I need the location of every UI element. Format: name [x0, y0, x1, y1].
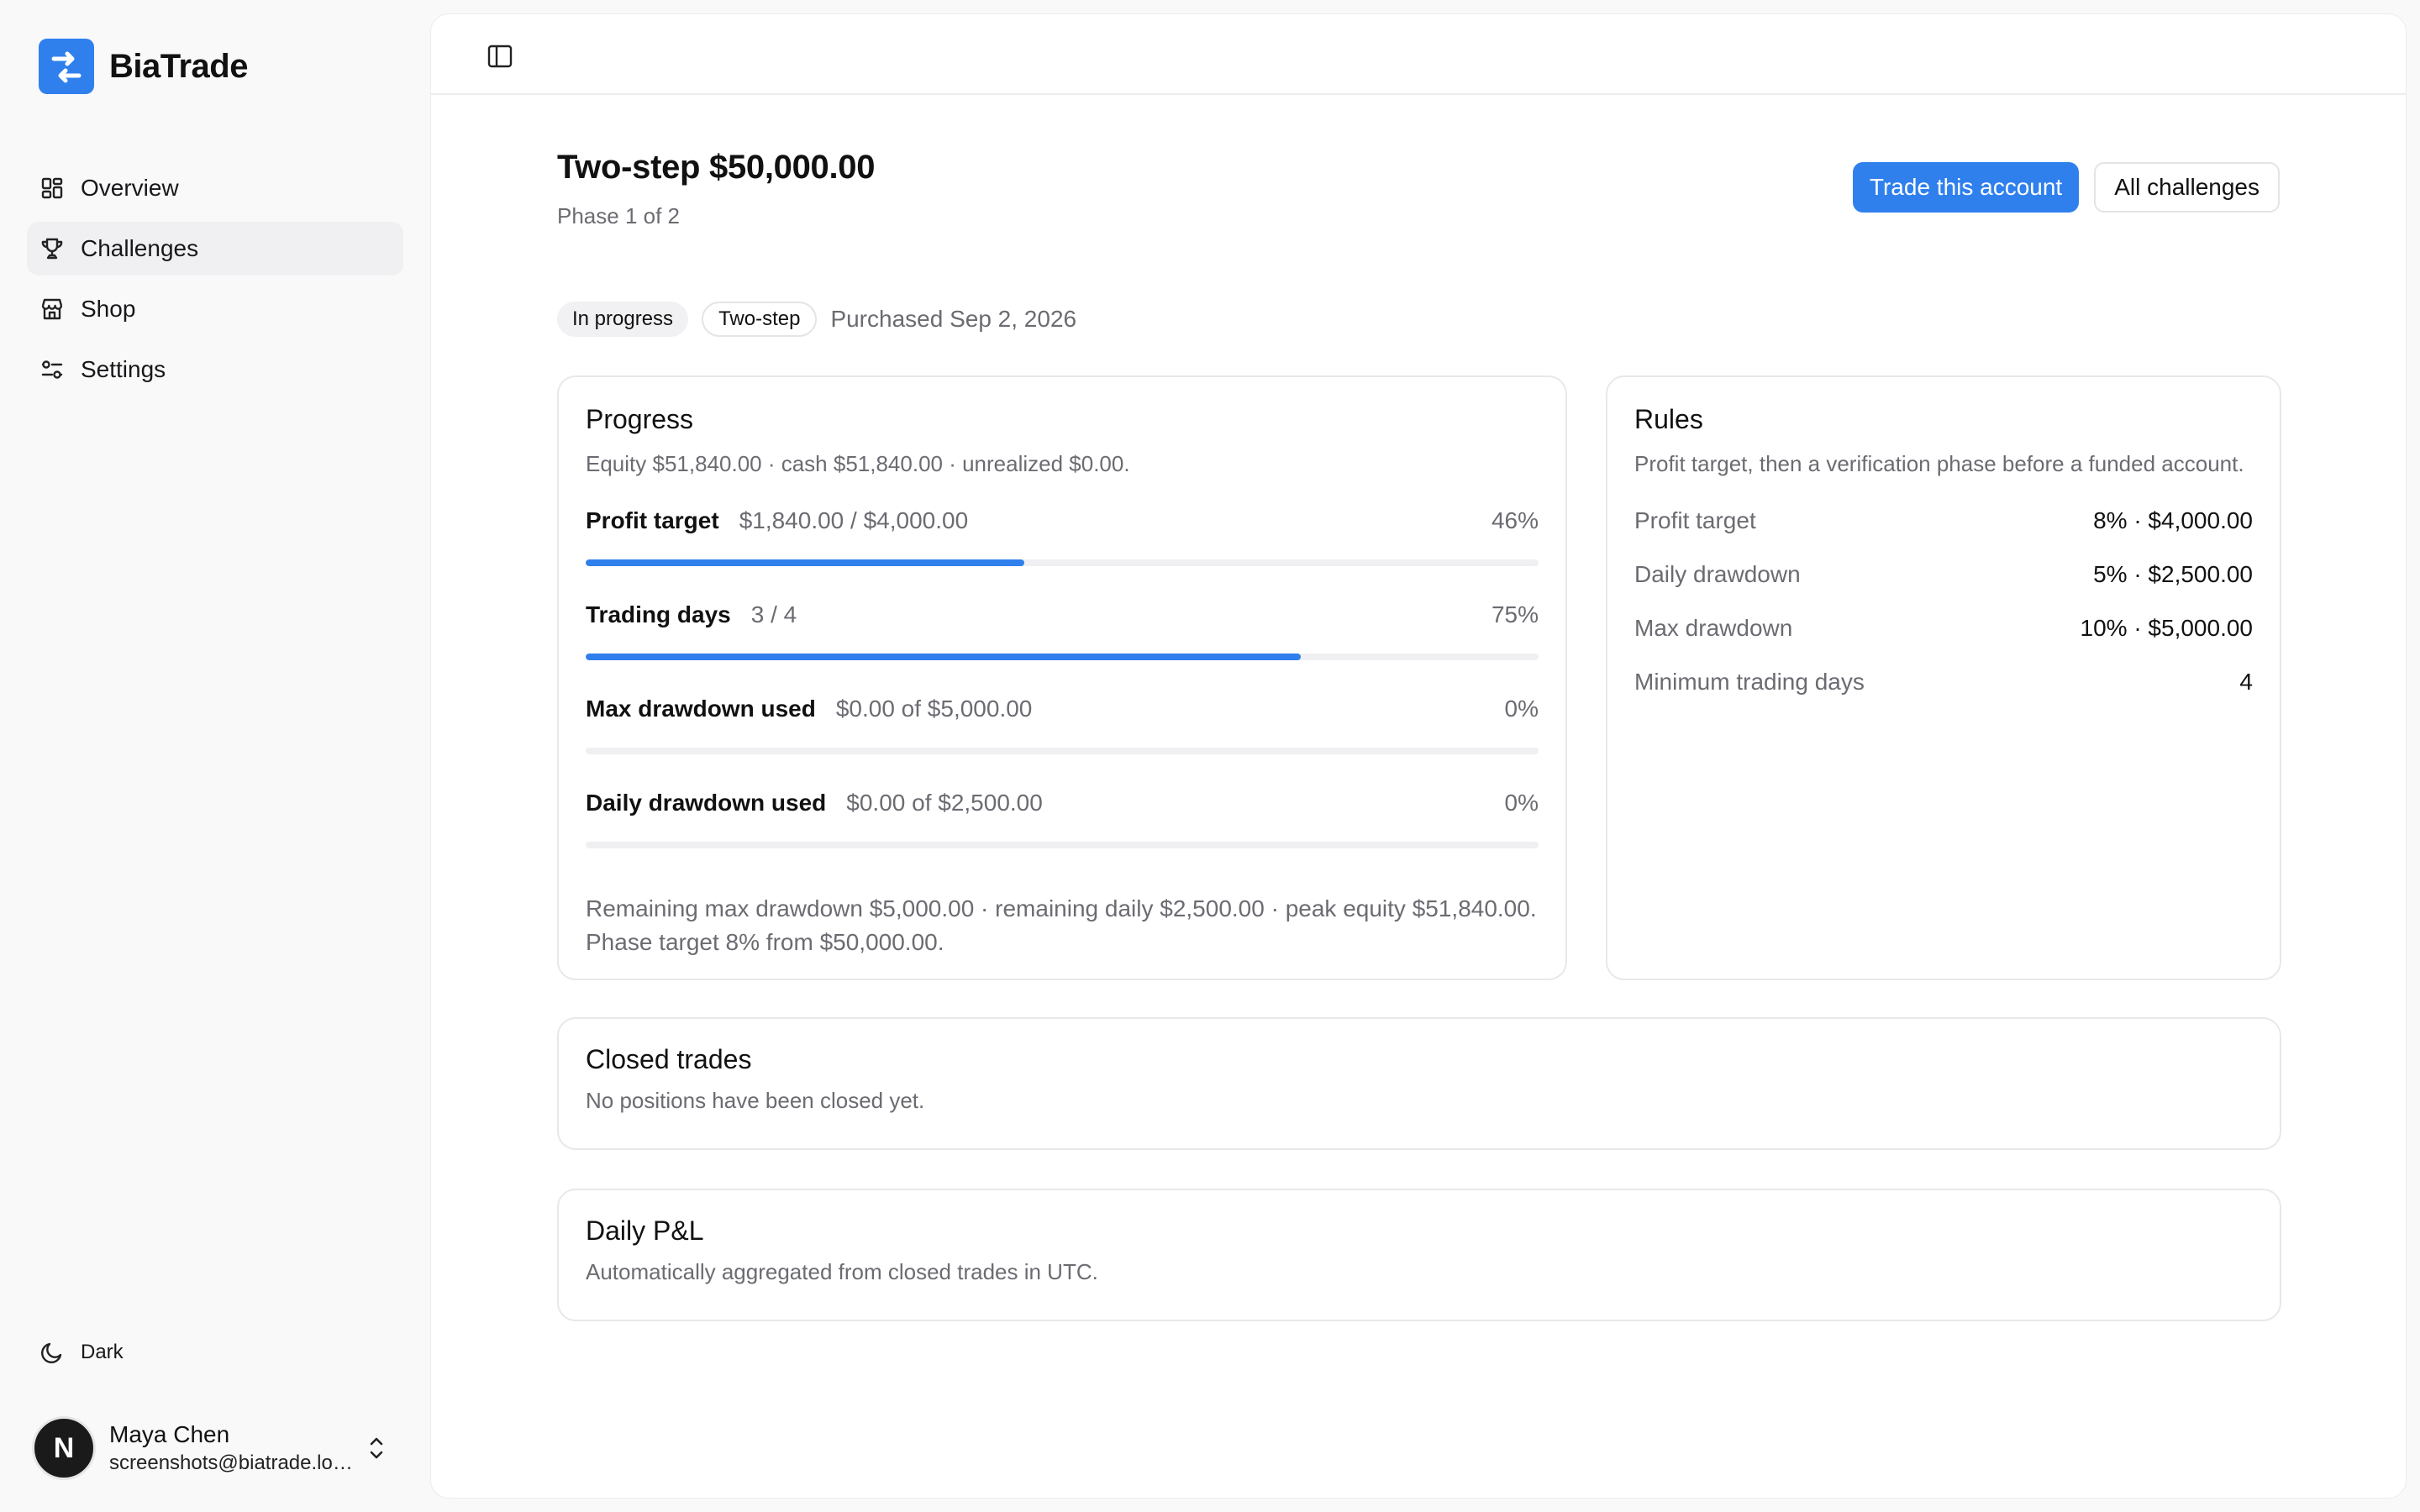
metric-label: Daily drawdown used	[586, 790, 827, 816]
progress-title: Progress	[586, 404, 694, 434]
sidebar-item-shop[interactable]: Shop	[27, 282, 403, 336]
avatar: N	[32, 1416, 96, 1480]
rule-label: Minimum trading days	[1634, 669, 1865, 695]
metric-value: $0.00 of $2,500.00	[846, 790, 1043, 816]
progress-metrics: Profit target $1,840.00 / $4,000.00 46% …	[586, 504, 1539, 848]
daily-pnl-description: Automatically aggregated from closed tra…	[586, 1259, 1098, 1284]
brand-name: BiaTrade	[109, 47, 248, 85]
rule-row: Minimum trading days 4	[1634, 665, 2253, 699]
metric-percent: 0%	[1504, 696, 1539, 722]
progress-bar	[586, 654, 1539, 660]
rule-row: Daily drawdown 5% · $2,500.00	[1634, 558, 2253, 591]
status-badge: In progress	[557, 302, 689, 337]
main-panel: Two-step $50,000.00 Phase 1 of 2 Trade t…	[430, 13, 2407, 1499]
daily-pnl-card: Daily P&L Automatically aggregated from …	[557, 1189, 2281, 1321]
rule-value: 8% · $4,000.00	[2093, 507, 2253, 533]
metric-percent: 75%	[1491, 601, 1539, 627]
rule-label: Profit target	[1634, 507, 1756, 533]
rule-value: 10% · $5,000.00	[2080, 615, 2254, 641]
theme-toggle-label: Dark	[81, 1341, 124, 1363]
progress-footer: Remaining max drawdown $5,000.00 · remai…	[586, 895, 1537, 955]
progress-bar	[586, 559, 1539, 566]
metric-value: $0.00 of $5,000.00	[835, 696, 1033, 722]
rule-value: 5% · $2,500.00	[2093, 561, 2253, 587]
metric-label: Trading days	[586, 601, 731, 627]
rule-label: Max drawdown	[1634, 615, 1793, 641]
trade-account-button[interactable]: Trade this account	[1852, 162, 2080, 213]
metric-value: 3 / 4	[750, 601, 797, 627]
dashboard-icon	[39, 175, 66, 202]
theme-toggle[interactable]: Dark	[39, 1339, 124, 1366]
rule-row: Max drawdown 10% · $5,000.00	[1634, 612, 2253, 645]
chevron-up-down-icon	[370, 1437, 383, 1459]
rules-card: Rules Profit target, then a verification…	[1606, 375, 2281, 980]
progress-bar-fill	[586, 559, 1024, 566]
closed-trades-empty: No positions have been closed yet.	[586, 1088, 925, 1113]
rules-title: Rules	[1634, 404, 1703, 434]
sidebar-item-label: Overview	[81, 175, 179, 201]
metric-value: $1,840.00 / $4,000.00	[739, 507, 969, 533]
progress-bar	[586, 748, 1539, 754]
purchased-date: Purchased Sep 2, 2026	[830, 306, 1077, 332]
sidebar-item-label: Shop	[81, 296, 136, 322]
metric-daily-drawdown: Daily drawdown used $0.00 of $2,500.00 0…	[586, 786, 1539, 848]
closed-trades-title: Closed trades	[586, 1044, 752, 1074]
type-badge: Two-step	[702, 302, 818, 337]
progress-bar	[586, 842, 1539, 848]
metric-max-drawdown: Max drawdown used $0.00 of $5,000.00 0%	[586, 692, 1539, 754]
header-actions: Trade this account All challenges	[1852, 162, 2280, 213]
sidebar-item-settings[interactable]: Settings	[27, 343, 403, 396]
status-tags: In progress Two-step Purchased Sep 2, 20…	[557, 302, 1076, 337]
sidebar-item-overview[interactable]: Overview	[27, 161, 403, 215]
progress-summary: Equity $51,840.00 · cash $51,840.00 · un…	[586, 451, 1130, 476]
metric-percent: 0%	[1504, 790, 1539, 816]
rules-list: Profit target 8% · $4,000.00 Daily drawd…	[1634, 504, 2253, 699]
rule-label: Daily drawdown	[1634, 561, 1801, 587]
metric-label: Max drawdown used	[586, 696, 816, 722]
store-icon	[39, 296, 66, 323]
progress-bar-fill	[586, 654, 1301, 660]
topbar	[431, 14, 2406, 95]
rule-value: 4	[2239, 669, 2253, 695]
sidebar-item-challenges[interactable]: Challenges	[27, 222, 403, 276]
sidebar-item-label: Challenges	[81, 235, 199, 261]
metric-percent: 46%	[1491, 507, 1539, 533]
metric-label: Profit target	[586, 507, 719, 533]
metric-profit-target: Profit target $1,840.00 / $4,000.00 46%	[586, 504, 1539, 566]
trophy-icon	[39, 235, 66, 262]
challenge-detail: Two-step $50,000.00 Phase 1 of 2 Trade t…	[557, 149, 2281, 1321]
user-email: screenshots@biatrade.local	[109, 1452, 353, 1474]
progress-card: Progress Equity $51,840.00 · cash $51,84…	[557, 375, 1567, 980]
user-name: Maya Chen	[109, 1421, 230, 1447]
moon-icon	[41, 1342, 62, 1363]
rule-row: Profit target 8% · $4,000.00	[1634, 504, 2253, 538]
daily-pnl-title: Daily P&L	[586, 1215, 704, 1246]
user-menu[interactable]: N Maya Chen screenshots@biatrade.local	[32, 1416, 393, 1480]
metric-trading-days: Trading days 3 / 4 75%	[586, 598, 1539, 660]
all-challenges-button[interactable]: All challenges	[2094, 162, 2280, 213]
sliders-icon	[39, 356, 66, 383]
sidebar: BiaTrade Overview Challenges Shop Settin…	[0, 0, 430, 1512]
user-info: Maya Chen screenshots@biatrade.local	[109, 1421, 353, 1475]
biatrade-logo-icon	[39, 39, 94, 94]
brand[interactable]: BiaTrade	[39, 39, 248, 94]
rules-description: Profit target, then a verification phase…	[1634, 451, 2244, 476]
closed-trades-card: Closed trades No positions have been clo…	[557, 1017, 2281, 1150]
sidebar-nav: Overview Challenges Shop Settings	[27, 161, 403, 403]
sidebar-item-label: Settings	[81, 356, 166, 382]
sidebar-toggle-icon[interactable]	[487, 43, 513, 70]
